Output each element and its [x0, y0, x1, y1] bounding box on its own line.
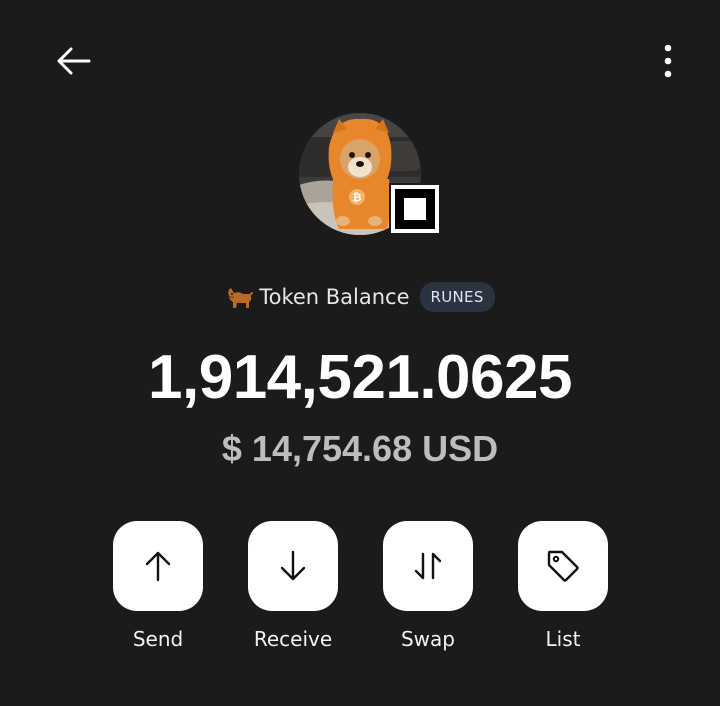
swap-label: Swap — [400, 627, 455, 651]
token-balance-amount: 1,914,521.0625 — [148, 343, 572, 412]
dog-icon — [228, 288, 254, 308]
arrow-left-icon — [57, 47, 91, 75]
more-options-button[interactable] — [646, 36, 690, 86]
token-name: Token Balance — [225, 284, 410, 310]
receive-button[interactable]: Receive — [248, 521, 338, 651]
more-vertical-icon — [664, 44, 672, 78]
list-label: List — [545, 627, 581, 651]
list-button[interactable]: List — [518, 521, 608, 651]
receive-label: Receive — [253, 627, 333, 651]
tag-icon — [547, 550, 579, 582]
swap-arrows-icon — [414, 552, 442, 580]
send-button-tile[interactable] — [113, 521, 203, 611]
swap-button[interactable]: Swap — [383, 521, 473, 651]
receive-button-tile[interactable] — [248, 521, 338, 611]
svg-text:₿: ₿ — [353, 191, 362, 204]
token-name-label: Token Balance — [259, 285, 410, 309]
runes-badge — [389, 183, 441, 235]
token-avatar-group: ₿ — [299, 113, 447, 239]
arrow-down-icon — [280, 550, 306, 581]
arrow-up-icon — [145, 551, 171, 582]
protocol-tag: RUNES — [419, 282, 495, 312]
runes-square-icon — [395, 189, 435, 229]
swap-button-tile[interactable] — [383, 521, 473, 611]
send-label: Send — [132, 627, 184, 651]
token-title-row: Token Balance RUNES — [0, 280, 720, 314]
send-button[interactable]: Send — [113, 521, 203, 651]
list-button-tile[interactable] — [518, 521, 608, 611]
back-button[interactable] — [46, 36, 100, 86]
fiat-balance: $ 14,754.68 USD — [221, 428, 499, 469]
